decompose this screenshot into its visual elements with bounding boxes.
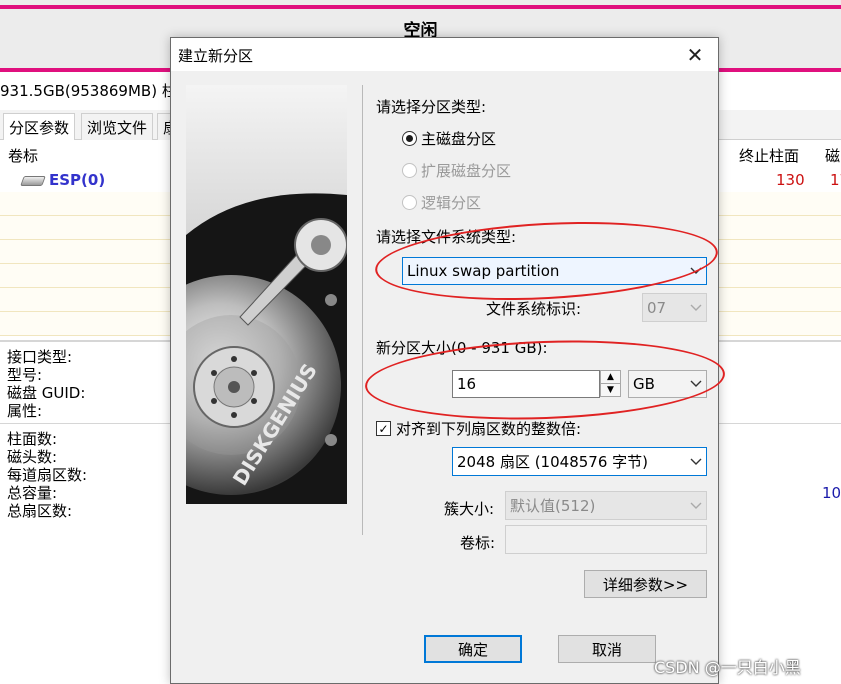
- capacity-value-cut: 100: [822, 484, 841, 502]
- fs-type-select[interactable]: Linux swap partition: [402, 257, 707, 285]
- info-sectors-per-track: 每道扇区数:: [7, 466, 88, 484]
- partition-disk-icon: [20, 176, 46, 186]
- info-interface-type: 接口类型:: [7, 348, 73, 366]
- info-model: 型号:: [7, 366, 43, 384]
- radio-unselected-icon: [402, 163, 417, 178]
- partition-cut-value: 17: [830, 171, 841, 189]
- chevron-down-icon: [686, 502, 706, 510]
- radio-logical-label: 逻辑分区: [421, 194, 482, 212]
- stepper-down-icon[interactable]: ▼: [601, 384, 620, 396]
- radio-logical-partition[interactable]: 逻辑分区: [402, 192, 481, 213]
- radio-extended-partition[interactable]: 扩展磁盘分区: [402, 160, 511, 181]
- chevron-down-icon: [686, 458, 706, 466]
- info-disk-guid: 磁盘 GUID:: [7, 384, 86, 402]
- radio-extended-label: 扩展磁盘分区: [421, 162, 512, 180]
- cancel-button[interactable]: 取消: [558, 635, 656, 663]
- cluster-size-value: 默认值(512): [510, 497, 596, 515]
- cluster-size-select[interactable]: 默认值(512): [505, 491, 707, 520]
- column-header-volume[interactable]: 卷标: [8, 145, 38, 166]
- tab-browse-files[interactable]: 浏览文件: [81, 113, 154, 140]
- partition-name: ESP(0): [49, 171, 106, 189]
- create-partition-dialog: 建立新分区 ✕ DISKGENIUS 请选择分区类型: 主磁盘分区 扩展磁盘分区…: [170, 37, 719, 684]
- column-header-cut[interactable]: 磁: [825, 145, 840, 166]
- disk-info-text: 931.5GB(953869MB) 柱: [0, 82, 177, 100]
- info-total-sectors: 总扇区数:: [7, 502, 73, 520]
- info-cylinders: 柱面数:: [7, 430, 58, 448]
- volume-label-label: 卷标:: [460, 534, 496, 552]
- hard-drive-illustration: DISKGENIUS: [186, 193, 347, 504]
- info-heads: 磁头数:: [7, 448, 58, 466]
- align-label: 对齐到下列扇区数的整数倍:: [396, 420, 582, 438]
- partition-bar-top-border: [0, 5, 841, 9]
- radio-primary-label: 主磁盘分区: [421, 130, 497, 148]
- fs-id-select[interactable]: 07: [642, 293, 707, 322]
- align-select[interactable]: 2048 扇区 (1048576 字节): [452, 447, 707, 476]
- watermark-text: CSDN @一只白小黑: [654, 658, 801, 677]
- partition-type-label: 请选择分区类型:: [376, 98, 487, 116]
- checkmark-icon: ✓: [376, 421, 391, 436]
- chevron-down-icon: [686, 380, 706, 388]
- column-header-end-cylinder[interactable]: 终止柱面: [739, 145, 799, 166]
- fs-type-value: Linux swap partition: [407, 262, 560, 280]
- tab-partition-params[interactable]: 分区参数: [3, 113, 76, 140]
- size-label: 新分区大小(0 - 931 GB):: [376, 339, 548, 357]
- close-button[interactable]: ✕: [672, 38, 718, 71]
- advanced-params-button[interactable]: 详细参数>>: [584, 570, 707, 598]
- fs-id-label: 文件系统标识:: [486, 300, 582, 318]
- cluster-size-label: 簇大小:: [444, 500, 495, 518]
- chevron-down-icon: [686, 304, 706, 312]
- tab-sector-editor[interactable]: 扇: [157, 113, 171, 140]
- fs-type-label: 请选择文件系统类型:: [376, 228, 517, 246]
- size-unit-value: GB: [633, 375, 655, 393]
- vertical-divider: [362, 85, 363, 535]
- chevron-down-icon: [686, 267, 706, 275]
- info-total-capacity: 总容量:: [7, 484, 58, 502]
- radio-selected-icon: [402, 131, 417, 146]
- partition-end-cylinder: 130: [776, 171, 805, 189]
- radio-primary-partition[interactable]: 主磁盘分区: [402, 128, 496, 149]
- info-attributes: 属性:: [7, 402, 43, 420]
- align-checkbox[interactable]: ✓ 对齐到下列扇区数的整数倍:: [376, 418, 581, 439]
- dialog-title-bar[interactable]: 建立新分区 ✕: [171, 38, 718, 71]
- size-stepper[interactable]: ▲ ▼: [600, 370, 621, 397]
- close-icon: ✕: [686, 42, 704, 67]
- fs-id-value: 07: [647, 298, 667, 317]
- stepper-up-icon[interactable]: ▲: [601, 371, 620, 384]
- dialog-title: 建立新分区: [178, 47, 254, 65]
- radio-unselected-icon: [402, 195, 417, 210]
- align-value: 2048 扇区 (1048576 字节): [457, 453, 648, 471]
- size-input[interactable]: 16: [452, 370, 600, 398]
- diskgenius-hdd-image: DISKGENIUS: [186, 85, 347, 504]
- volume-label-input[interactable]: [505, 525, 707, 554]
- ok-button[interactable]: 确定: [424, 635, 522, 663]
- size-unit-select[interactable]: GB: [628, 370, 707, 398]
